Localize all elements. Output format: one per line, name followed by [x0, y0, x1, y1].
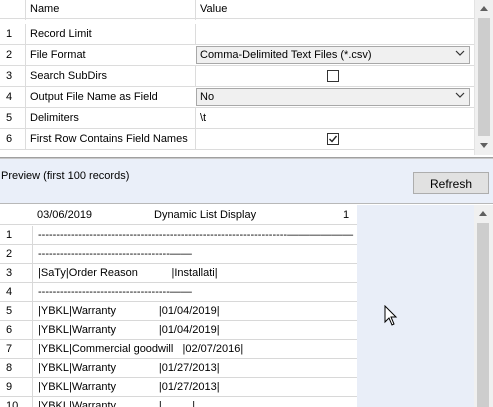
file-format-dropdown[interactable]: Comma-Delimited Text Files (*.csv): [196, 46, 470, 64]
header-title: Dynamic List Display: [154, 209, 257, 221]
first-row-field-names-checkbox[interactable]: [327, 133, 339, 145]
header-name: Name: [25, 0, 195, 20]
output-file-name-value: No: [200, 91, 215, 103]
chevron-down-icon[interactable]: [455, 49, 465, 61]
header-value: Value: [195, 0, 474, 20]
record-limit-input[interactable]: [195, 24, 474, 44]
row-index: 3: [6, 70, 13, 82]
preview-grid-panel: 03/06/2019 Dynamic List Display 1 1 ----…: [0, 205, 493, 407]
property-name: File Format: [25, 45, 195, 65]
scroll-up-arrow-icon[interactable]: [475, 0, 493, 17]
row-value: |YBKL|Commercial goodwill |02/07/2016|: [32, 340, 357, 358]
header-date: 03/06/2019: [37, 209, 93, 221]
row-index: 4: [6, 286, 13, 298]
row-value: ------------------------------------——: [32, 283, 357, 301]
table-row[interactable]: 1 --------------------------------------…: [0, 226, 357, 245]
preview-scrollbar[interactable]: [474, 205, 493, 407]
property-name: First Row Contains Field Names: [25, 129, 195, 149]
properties-grid: Name Value 1 Record Limit 2 File Format …: [0, 0, 493, 158]
row-value: |YBKL|Warranty |01/04/2019|: [32, 321, 357, 339]
table-row[interactable]: 6 |YBKL|Warranty |01/04/2019|: [0, 321, 357, 340]
row-index: 9: [6, 381, 13, 393]
properties-header: Name Value: [0, 0, 474, 20]
scroll-down-arrow-icon[interactable]: [475, 137, 493, 154]
row-index: 6: [6, 324, 13, 336]
properties-scrollbar[interactable]: [474, 0, 493, 155]
preview-toolbar: Preview (first 100 records) Refresh: [0, 158, 493, 204]
delimiters-input[interactable]: \t: [195, 108, 474, 128]
check-icon: [329, 135, 338, 143]
property-row-delimiters[interactable]: 5 Delimiters \t: [0, 108, 474, 129]
table-row[interactable]: 7 |YBKL|Commercial goodwill |02/07/2016|: [0, 340, 357, 359]
search-subdirs-checkbox[interactable]: [327, 70, 339, 82]
property-row-output-file-name[interactable]: 4 Output File Name as Field No: [0, 87, 474, 108]
property-name: Delimiters: [25, 108, 195, 128]
refresh-button[interactable]: Refresh: [413, 172, 489, 194]
table-row[interactable]: 10 |YBKL|Warranty | |: [0, 397, 357, 407]
table-row[interactable]: 8 |YBKL|Warranty |01/27/2013|: [0, 359, 357, 378]
table-row[interactable]: 3 |SaTy|Order Reason |Installati|: [0, 264, 357, 283]
scrollbar-thumb[interactable]: [478, 18, 490, 136]
output-file-name-dropdown[interactable]: No: [196, 88, 470, 106]
header-page-number: 1: [343, 209, 350, 221]
property-row-search-subdirs[interactable]: 3 Search SubDirs: [0, 66, 474, 87]
row-index: 10: [6, 400, 19, 407]
scrollbar-thumb[interactable]: [477, 223, 489, 407]
property-name: Record Limit: [25, 24, 195, 44]
row-index: 1: [6, 229, 13, 241]
row-index: 5: [6, 305, 13, 317]
property-row-file-format[interactable]: 2 File Format Comma-Delimited Text Files…: [0, 45, 474, 66]
row-value: |YBKL|Warranty |01/04/2019|: [32, 302, 357, 320]
row-index: 3: [6, 267, 13, 279]
row-value: |YBKL|Warranty |01/27/2013|: [32, 378, 357, 396]
header-index-cell: [0, 0, 24, 20]
row-index: 6: [6, 133, 13, 145]
row-index: 5: [6, 112, 13, 124]
row-index: 7: [6, 343, 13, 355]
chevron-down-icon[interactable]: [455, 91, 465, 103]
row-value: ----------------------------------------…: [32, 226, 357, 244]
table-row[interactable]: 5 |YBKL|Warranty |01/04/2019|: [0, 302, 357, 321]
row-index: 2: [6, 248, 13, 260]
row-value: |YBKL|Warranty |01/27/2013|: [32, 359, 357, 377]
row-value: |YBKL|Warranty | |: [32, 397, 357, 407]
table-row[interactable]: 2 ------------------------------------——: [0, 245, 357, 264]
row-index: 1: [6, 28, 13, 40]
property-name: Search SubDirs: [25, 66, 195, 86]
property-row-first-row-field-names[interactable]: 6 First Row Contains Field Names: [0, 129, 474, 150]
mouse-pointer-icon: [384, 305, 398, 326]
table-row[interactable]: 9 |YBKL|Warranty |01/27/2013|: [0, 378, 357, 397]
row-index: 4: [6, 91, 13, 103]
preview-grid-header: 03/06/2019 Dynamic List Display 1: [0, 205, 357, 225]
preview-grid[interactable]: 03/06/2019 Dynamic List Display 1 1 ----…: [0, 205, 357, 407]
file-format-value: Comma-Delimited Text Files (*.csv): [200, 49, 372, 61]
row-value: ------------------------------------——: [32, 245, 357, 263]
row-index: 2: [6, 49, 13, 61]
property-name: Output File Name as Field: [25, 87, 195, 107]
row-value: |SaTy|Order Reason |Installati|: [32, 264, 357, 282]
row-index: 8: [6, 362, 13, 374]
preview-label: Preview (first 100 records): [1, 170, 130, 182]
property-row-record-limit[interactable]: 1 Record Limit: [0, 24, 474, 45]
table-row[interactable]: 4 ------------------------------------——: [0, 283, 357, 302]
scroll-up-arrow-icon[interactable]: [474, 205, 492, 222]
